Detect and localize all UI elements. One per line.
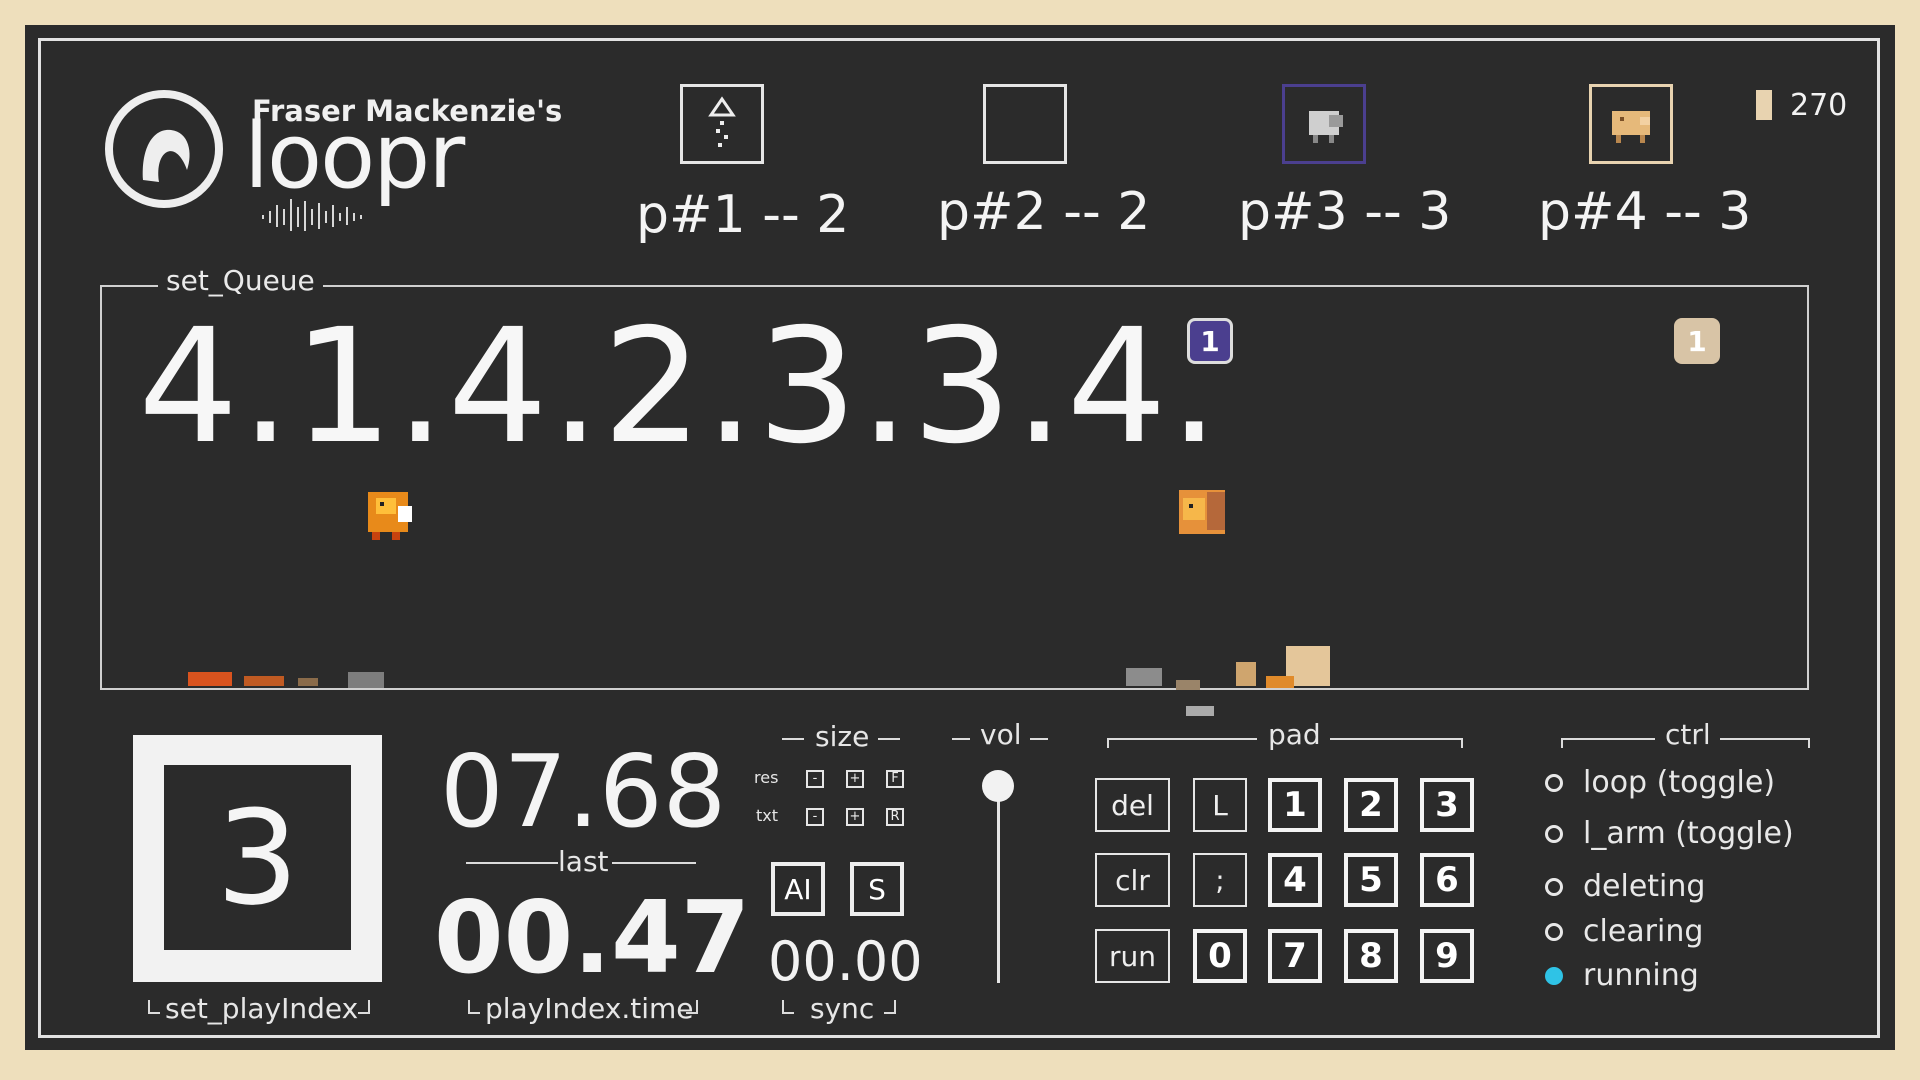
player-1-label: p#1 -- 2 [636,185,850,245]
pad-5-button[interactable]: 5 [1344,853,1398,907]
sync-label: sync [810,992,875,1025]
pad-2-button[interactable]: 2 [1344,778,1398,832]
radio-icon [1545,877,1563,896]
ctrl-deleting-indicator: deleting [1545,869,1705,904]
ctrl-l-arm-toggle[interactable]: l_arm (toggle) [1545,816,1794,851]
ctrl-clearing-label: clearing [1583,914,1704,949]
pad-semicolon-button[interactable]: ; [1193,853,1247,907]
pad-del-button[interactable]: del [1095,778,1170,832]
res-plus-button[interactable]: + [846,770,864,788]
s-button[interactable]: S [850,862,904,916]
play-index-label: set_playIndex [165,992,359,1025]
radio-icon [1545,824,1563,843]
pad-6-button[interactable]: 6 [1420,853,1474,907]
ctrl-loop-toggle[interactable]: loop (toggle) [1545,765,1775,800]
ctrl-deleting-label: deleting [1583,869,1706,904]
ctrl-running-label: running [1583,958,1699,993]
ground-debris-right [1126,646,1330,716]
player-3-sheep-icon [1309,111,1343,143]
txt-label: txt [756,806,779,825]
vol-label: vol [980,718,1022,751]
orange-creature-sprite [368,492,412,540]
pad-run-button[interactable]: run [1095,929,1170,983]
pad-1-button[interactable]: 1 [1268,778,1322,832]
radio-active-icon [1545,966,1563,985]
lion-creature-sprite [1179,490,1225,534]
pad-3-button[interactable]: 3 [1420,778,1474,832]
ai-button[interactable]: AI [771,862,825,916]
player-3-slot[interactable] [1282,84,1366,164]
play-index-value[interactable]: 3 [164,765,351,950]
queue-badge-right: 1 [1674,318,1720,364]
player-4-slot[interactable] [1589,84,1673,164]
res-minus-button[interactable]: - [806,770,824,788]
player-4-label: p#4 -- 3 [1538,182,1752,242]
size-label: size [815,720,870,753]
txt-r-button[interactable]: R [886,808,904,826]
ground-debris-left [188,672,384,688]
last-label: last [558,845,609,878]
pad-clr-button[interactable]: clr [1095,853,1170,907]
player-4-pig-icon [1612,111,1650,143]
player-1-sprite-icon [708,96,736,147]
play-time-label: playIndex.time [485,992,694,1025]
txt-minus-button[interactable]: - [806,808,824,826]
ctrl-label: ctrl [1665,718,1711,751]
ctrl-running-indicator: running [1545,958,1699,993]
last-time-value: 07.68 [440,733,727,850]
pad-8-button[interactable]: 8 [1344,929,1398,983]
player-1-slot[interactable] [680,84,764,164]
pad-9-button[interactable]: 9 [1420,929,1474,983]
ctrl-l-arm-label: l_arm (toggle) [1583,816,1794,851]
pad-4-button[interactable]: 4 [1268,853,1322,907]
res-label: res [754,768,779,787]
radio-icon [1545,773,1563,792]
volume-slider-track[interactable] [997,783,1000,983]
radio-icon [1545,922,1563,941]
counter-icon [1756,90,1772,120]
queue-sequence: 4.1.4.2.3.3.4. [138,295,1222,479]
pad-l-button[interactable]: L [1193,778,1247,832]
waveform-icon [262,199,362,231]
pad-label: pad [1268,718,1321,751]
counter-value: 270 [1790,88,1848,123]
txt-plus-button[interactable]: + [846,808,864,826]
sync-value: 00.00 [768,930,923,993]
logo-wordmark: loopr [244,104,465,209]
queue-label: set_Queue [158,264,323,297]
loopr-logo-icon [105,90,223,208]
ctrl-clearing-indicator: clearing [1545,914,1703,949]
pad-0-button[interactable]: 0 [1193,929,1247,983]
player-2-slot[interactable] [983,84,1067,164]
player-3-label: p#3 -- 3 [1238,182,1452,242]
player-2-label: p#2 -- 2 [937,182,1151,242]
app-root: Fraser Mackenzie's loopr p#1 -- 2 p#2 --… [0,0,1920,1080]
queue-badge-left: 1 [1187,318,1233,364]
res-f-button[interactable]: F [886,770,904,788]
pad-7-button[interactable]: 7 [1268,929,1322,983]
play-time-value: 00.47 [434,879,751,996]
volume-slider-handle[interactable] [982,770,1014,802]
ctrl-loop-label: loop (toggle) [1583,765,1776,800]
